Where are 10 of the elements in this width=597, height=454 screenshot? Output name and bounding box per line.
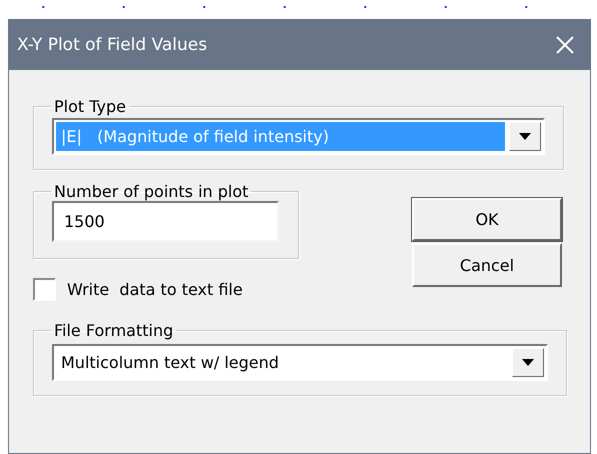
ok-button[interactable]: OK — [412, 198, 562, 241]
dropdown-field[interactable]: Multicolumn text w/ legend — [52, 344, 548, 381]
group-label: File Formatting — [53, 321, 174, 340]
cancel-button[interactable]: Cancel — [412, 243, 562, 287]
group-label: Plot Type — [53, 97, 127, 116]
checkbox[interactable] — [33, 278, 56, 301]
group-label: Number of points in plot — [53, 182, 250, 201]
input-field[interactable]: 1500 — [52, 201, 279, 242]
window-title: X-Y Plot of Field Values — [17, 34, 208, 54]
checkbox-label: Write data to text file — [67, 280, 243, 299]
